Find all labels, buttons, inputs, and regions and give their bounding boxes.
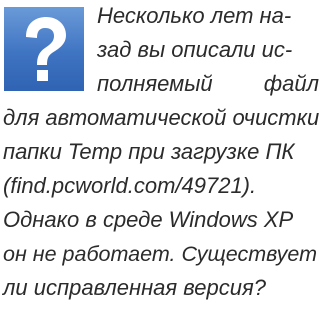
question-line-3-word-1: полняемый — [97, 71, 213, 96]
question-line-4: для автоматической очистки — [3, 105, 320, 130]
question-line-9: ли исправленная версия? — [3, 275, 266, 300]
question-line-6: (find.pcworld.com/49721). — [3, 173, 257, 198]
question-line-3-word-2: файл — [263, 71, 319, 96]
question-line-1: Несколько лет на- — [97, 3, 292, 28]
question-line-2: зад вы описали ис- — [97, 37, 293, 62]
question-line-8: он не работает. Существует — [3, 242, 318, 266]
question-line-5: папки Temp при загрузке ПК — [3, 139, 295, 164]
article-column: Несколько лет на- зад вы описали ис- пол… — [0, 0, 325, 309]
question-line-3: полняемый файл — [97, 71, 319, 101]
question-text: Несколько лет на- зад вы описали ис- пол… — [0, 0, 325, 309]
question-line-7: Однако в среде Windows XP — [3, 207, 294, 232]
